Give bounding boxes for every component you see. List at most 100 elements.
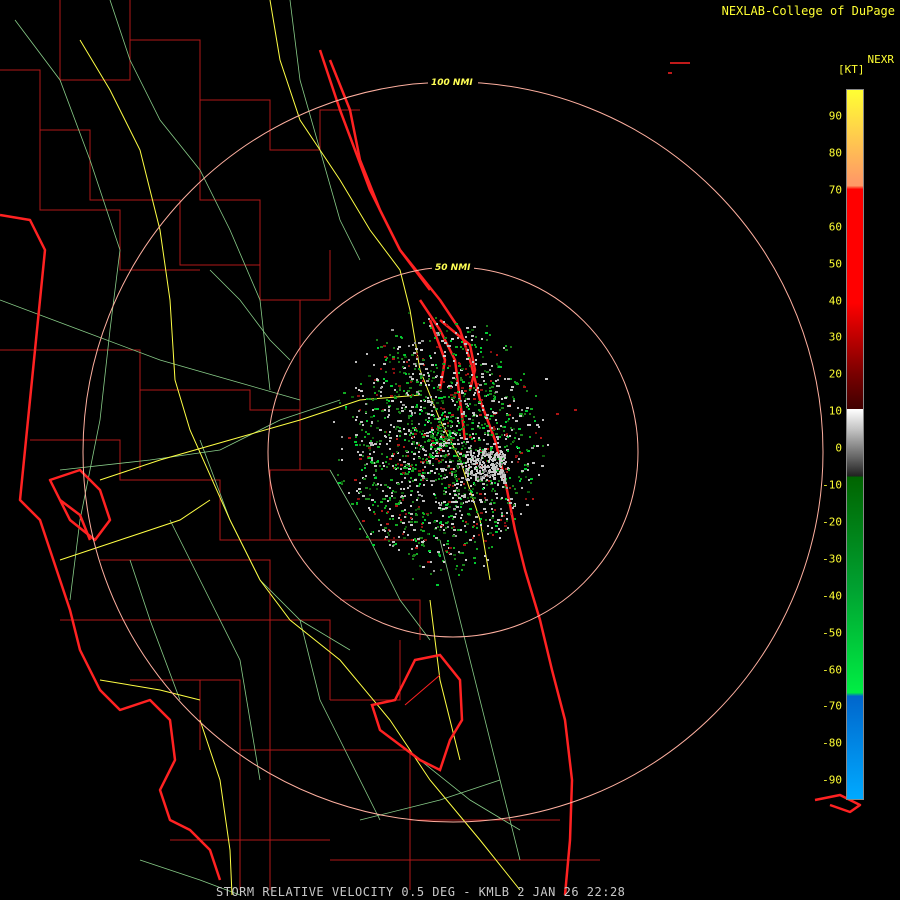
radar-return-pixel	[470, 477, 472, 479]
radar-return-pixel	[422, 477, 425, 479]
radar-return-pixel	[463, 483, 465, 485]
radar-return-pixel	[443, 529, 445, 531]
radar-return-pixel	[507, 527, 509, 529]
radar-return-pixel	[439, 332, 441, 334]
radar-return-pixel	[385, 505, 387, 507]
radar-return-pixel	[354, 479, 357, 481]
radar-return-pixel	[371, 499, 374, 501]
radar-return-pixel	[521, 409, 523, 411]
radar-return-pixel	[490, 451, 492, 453]
radar-return-pixel	[418, 342, 421, 344]
radar-return-pixel	[433, 521, 436, 523]
radar-return-pixel	[469, 436, 472, 438]
radar-return-pixel	[371, 457, 373, 459]
legend-tick-label: -30	[822, 552, 842, 566]
radar-return-pixel	[456, 465, 459, 467]
radar-return-pixel	[436, 442, 438, 444]
radar-return-pixel	[417, 508, 420, 510]
radar-return-pixel	[341, 448, 343, 450]
radar-return-pixel	[470, 445, 472, 447]
radar-return-pixel	[408, 521, 410, 523]
radar-return-pixel	[488, 452, 490, 454]
radar-return-pixel	[452, 377, 455, 379]
radar-return-pixel	[479, 499, 482, 501]
radar-return-pixel	[426, 462, 429, 464]
credit-text: NEXLAB-College of DuPage	[721, 4, 895, 18]
radar-return-pixel	[481, 399, 483, 401]
radar-return-pixel	[443, 381, 445, 383]
radar-return-pixel	[504, 525, 507, 527]
radar-return-pixel	[403, 488, 405, 490]
radar-return-pixel	[454, 484, 456, 486]
radar-return-pixel	[420, 377, 422, 379]
radar-return-pixel	[501, 515, 503, 517]
radar-return-pixel	[443, 418, 445, 420]
radar-return-pixel	[458, 429, 461, 431]
radar-return-pixel	[512, 507, 514, 509]
radar-return-pixel	[403, 467, 406, 469]
radar-return-pixel	[490, 480, 492, 482]
radar-return-pixel	[489, 390, 492, 392]
radar-return-pixel	[487, 434, 489, 436]
radar-return-pixel	[408, 345, 410, 347]
radar-return-pixel	[427, 561, 430, 563]
radar-return-pixel	[348, 437, 351, 439]
radar-return-pixel	[449, 459, 451, 461]
radar-return-pixel	[531, 447, 534, 449]
radar-return-pixel	[500, 519, 502, 521]
radar-return-pixel	[445, 522, 448, 524]
radar-return-pixel	[431, 484, 433, 486]
radar-return-pixel	[435, 479, 437, 481]
radar-return-pixel	[359, 528, 361, 530]
radar-return-pixel	[489, 418, 491, 420]
radar-return-pixel	[504, 426, 506, 428]
radar-return-pixel	[466, 451, 468, 453]
radar-return-pixel	[435, 317, 437, 319]
radar-return-pixel	[440, 455, 442, 457]
radar-return-pixel	[518, 447, 520, 449]
radar-return-pixel	[443, 443, 445, 445]
radar-return-pixel	[469, 434, 471, 436]
legend-title: NEXR	[867, 53, 895, 66]
radar-return-pixel	[365, 498, 367, 500]
radar-return-pixel	[439, 443, 442, 445]
radar-return-pixel	[439, 389, 442, 391]
radar-return-pixel	[373, 415, 375, 417]
radar-return-pixel	[484, 540, 487, 542]
radar-return-pixel	[409, 410, 412, 412]
radar-return-pixel	[391, 515, 394, 517]
radar-return-pixel	[479, 447, 481, 449]
radar-return-pixel	[441, 400, 444, 402]
radar-return-pixel	[368, 457, 371, 459]
radar-return-pixel	[448, 387, 450, 389]
radar-return-pixel	[389, 448, 391, 450]
radar-return-pixel	[390, 385, 393, 387]
radar-return-pixel	[395, 428, 397, 430]
radar-return-pixel	[504, 446, 506, 448]
radar-return-pixel	[533, 416, 535, 418]
radar-return-pixel	[474, 404, 477, 406]
radar-return-pixel	[449, 461, 451, 463]
radar-return-pixel	[492, 415, 494, 417]
radar-return-pixel	[453, 554, 455, 556]
radar-return-pixel	[422, 448, 424, 450]
radar-return-pixel	[481, 424, 483, 426]
radar-return-pixel	[422, 380, 424, 382]
radar-return-pixel	[506, 518, 508, 520]
radar-return-pixel	[406, 467, 408, 469]
radar-return-pixel	[435, 501, 437, 503]
legend-tick-label: -60	[822, 663, 842, 676]
radar-return-pixel	[404, 509, 406, 511]
radar-return-pixel	[500, 361, 502, 363]
radar-return-pixel	[477, 353, 479, 355]
radar-return-pixel	[520, 478, 522, 480]
radar-return-pixel	[431, 431, 433, 433]
radar-return-pixel	[514, 437, 516, 439]
radar-return-pixel	[460, 461, 462, 463]
radar-return-pixel	[482, 454, 484, 456]
radar-return-pixel	[415, 514, 418, 516]
radar-return-pixel	[484, 465, 486, 467]
radar-return-pixel	[392, 545, 394, 547]
radar-return-pixel	[403, 446, 405, 448]
radar-return-pixel	[384, 538, 386, 540]
